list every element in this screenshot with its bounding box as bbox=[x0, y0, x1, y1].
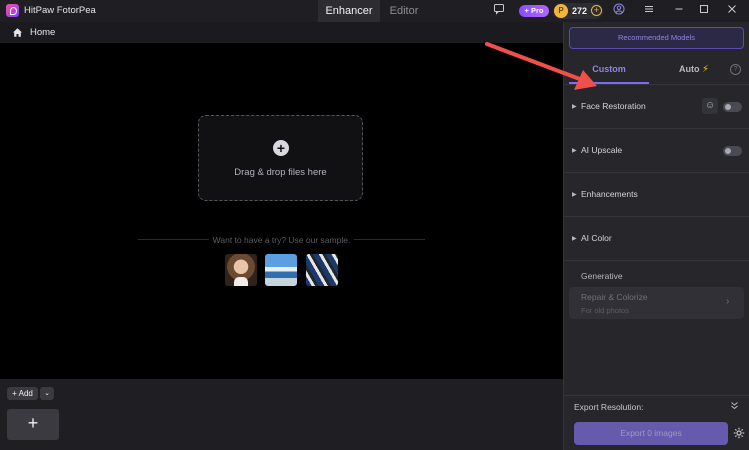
section-label: AI Color bbox=[581, 233, 612, 243]
settings-gear-icon[interactable] bbox=[733, 427, 745, 439]
section-ai-upscale[interactable]: ▶ AI Upscale bbox=[564, 129, 749, 173]
file-strip: + Add ⌄ + bbox=[0, 379, 563, 450]
sample-thumbnail-fish[interactable] bbox=[306, 254, 338, 286]
caret-right-icon: ▶ bbox=[572, 236, 577, 242]
tab-auto-label: Auto bbox=[678, 64, 700, 74]
feedback-icon[interactable] bbox=[491, 3, 507, 19]
breadcrumb-home[interactable]: Home bbox=[30, 27, 55, 38]
section-label: Enhancements bbox=[581, 189, 638, 199]
app-title: HitPaw FotorPea bbox=[24, 5, 96, 16]
breadcrumb: Home bbox=[0, 22, 563, 43]
section-face-restoration[interactable]: ▶ Face Restoration ☺ bbox=[564, 85, 749, 129]
repair-colorize-subtitle: For old photos bbox=[581, 306, 629, 315]
minimize-icon[interactable] bbox=[671, 3, 687, 19]
caret-right-icon: ▶ bbox=[572, 148, 577, 154]
section-enhancements[interactable]: ▶ Enhancements bbox=[564, 173, 749, 217]
bolt-icon: ⚡ bbox=[701, 64, 710, 75]
export-divider bbox=[564, 395, 749, 396]
close-icon[interactable] bbox=[724, 3, 740, 19]
help-icon[interactable]: ? bbox=[730, 64, 741, 75]
tab-auto[interactable]: Auto ⚡ bbox=[664, 60, 724, 84]
section-label: Face Restoration bbox=[581, 101, 646, 111]
sample-thumbnail-landscape[interactable] bbox=[265, 254, 297, 286]
section-ai-color[interactable]: ▶ AI Color bbox=[564, 217, 749, 261]
face-icon[interactable]: ☺ bbox=[702, 98, 718, 114]
add-button[interactable]: + Add bbox=[7, 387, 38, 400]
export-resolution-label: Export Resolution: bbox=[574, 402, 644, 412]
tab-custom[interactable]: Custom bbox=[569, 60, 649, 84]
menu-icon[interactable] bbox=[641, 3, 657, 19]
add-file-icon[interactable]: + bbox=[273, 140, 289, 156]
add-coins-icon[interactable]: + bbox=[591, 5, 602, 16]
section-label: AI Upscale bbox=[581, 145, 623, 155]
coin-count: 272 bbox=[572, 6, 588, 16]
sample-thumbnail-portrait[interactable] bbox=[225, 254, 257, 286]
home-icon[interactable] bbox=[12, 27, 23, 38]
caret-right-icon: ▶ bbox=[572, 192, 577, 198]
chevron-right-icon: › bbox=[726, 296, 730, 307]
main-canvas: + Drag & drop files here Want to have a … bbox=[0, 43, 563, 379]
app-logo-icon bbox=[6, 4, 19, 17]
face-restoration-toggle[interactable] bbox=[723, 102, 742, 112]
recommended-models-button[interactable]: Recommended Models bbox=[569, 27, 744, 49]
drop-zone[interactable]: + Drag & drop files here bbox=[198, 115, 363, 201]
settings-panel: Recommended Models Custom Auto ⚡ ? ▶ Fac… bbox=[563, 22, 749, 450]
add-file-tile[interactable]: + bbox=[7, 409, 59, 440]
account-icon[interactable] bbox=[611, 3, 627, 19]
repair-colorize-card[interactable]: Repair & Colorize For old photos › bbox=[569, 287, 744, 319]
pro-badge[interactable]: + Pro bbox=[519, 5, 549, 17]
tab-editor[interactable]: Editor bbox=[380, 0, 428, 22]
ai-upscale-toggle[interactable] bbox=[723, 146, 742, 156]
expand-export-icon[interactable] bbox=[730, 401, 739, 412]
tab-enhancer[interactable]: Enhancer bbox=[318, 0, 380, 22]
drop-zone-label: Drag & drop files here bbox=[234, 167, 327, 178]
coin-icon: P bbox=[554, 4, 568, 18]
generative-label: Generative bbox=[581, 271, 623, 281]
repair-colorize-title: Repair & Colorize bbox=[581, 292, 648, 302]
maximize-icon[interactable] bbox=[696, 3, 712, 19]
title-bar: HitPaw FotorPea Enhancer Editor + Pro P … bbox=[0, 0, 749, 22]
export-button[interactable]: Export 0 images bbox=[574, 422, 728, 445]
add-dropdown-button[interactable]: ⌄ bbox=[40, 387, 54, 400]
sample-prompt: Want to have a try? Use our sample. bbox=[209, 235, 354, 245]
caret-right-icon: ▶ bbox=[572, 104, 577, 110]
coin-balance[interactable]: P 272 + bbox=[553, 3, 603, 19]
